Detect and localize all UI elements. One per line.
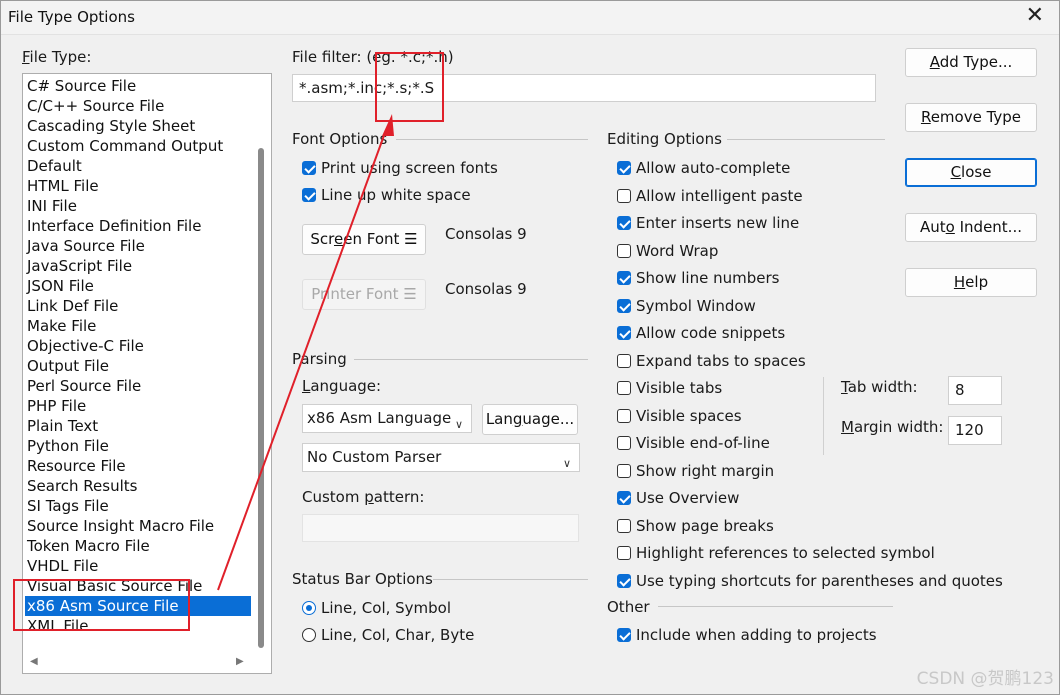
watermark: CSDN @贺鹏123 bbox=[916, 669, 1054, 689]
annotation-arrow bbox=[217, 114, 394, 591]
